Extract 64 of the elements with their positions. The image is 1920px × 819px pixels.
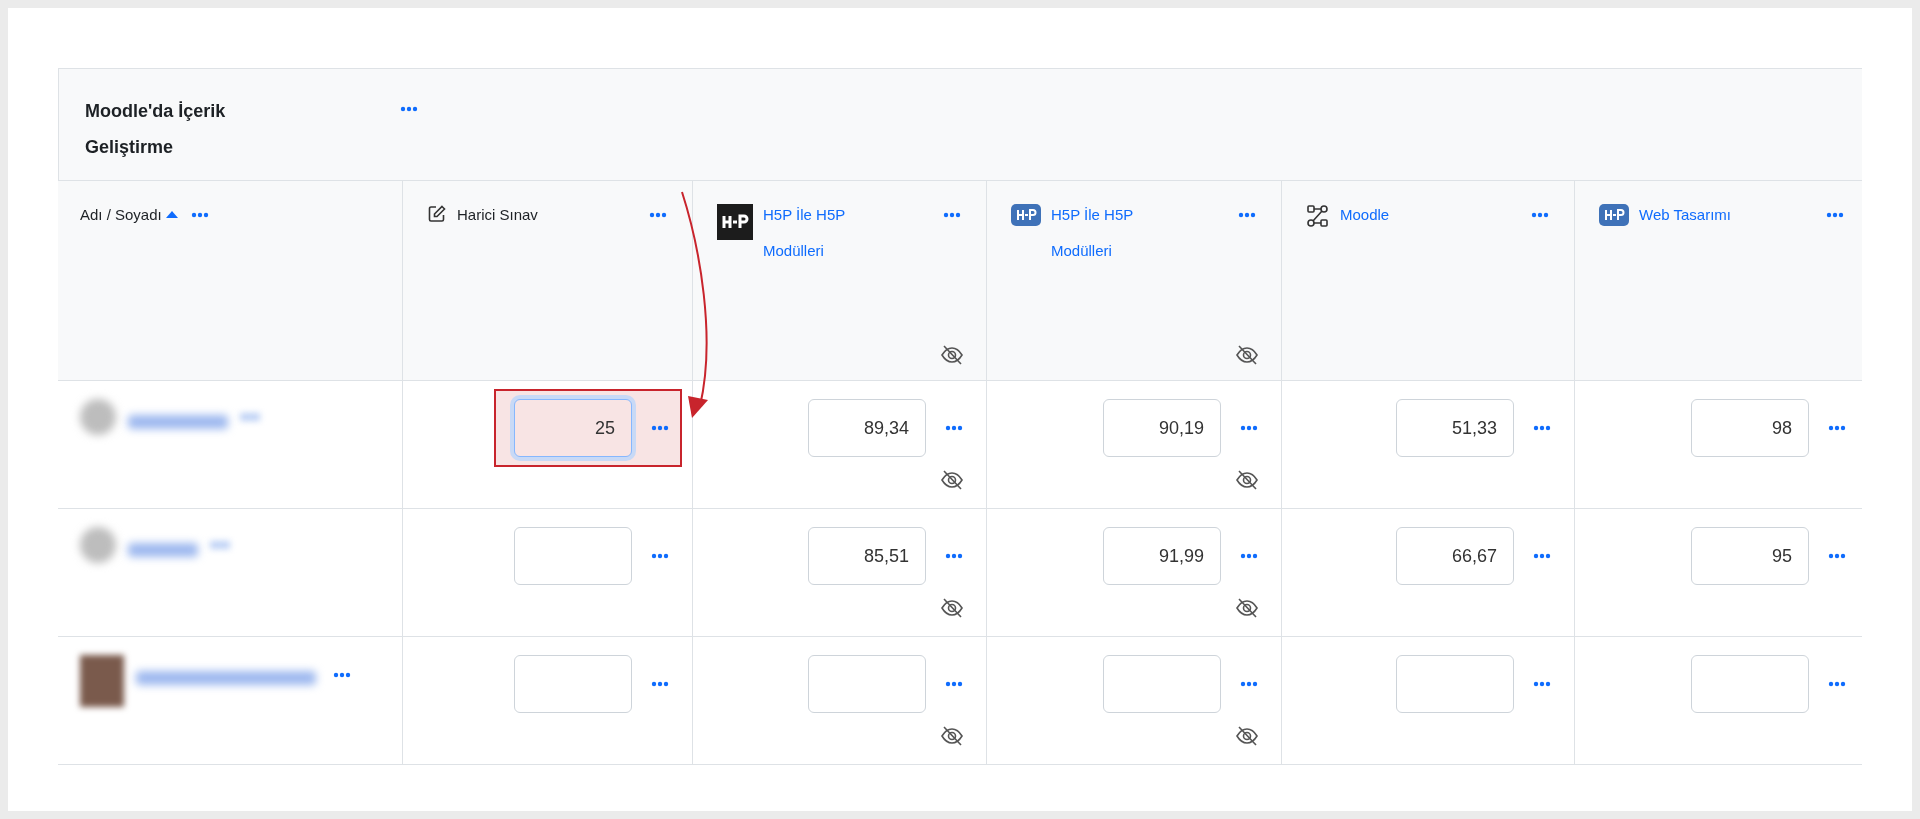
edit-icon — [427, 204, 447, 224]
more-icon — [1531, 212, 1549, 218]
hidden-icon — [940, 344, 964, 366]
blurred-name — [128, 543, 198, 557]
grade-field[interactable] — [808, 655, 926, 713]
column-link[interactable]: H5P İle H5P Modülleri — [763, 197, 893, 269]
more-icon — [1240, 553, 1258, 559]
avatar — [80, 399, 116, 435]
grade-field[interactable] — [514, 655, 632, 713]
grade-field[interactable] — [1103, 655, 1221, 713]
hidden-icon — [940, 597, 964, 619]
grade-field[interactable] — [1396, 655, 1514, 713]
column-link[interactable]: H5P İle H5P Modülleri — [1051, 197, 1181, 269]
hidden-icon — [1235, 344, 1259, 366]
avatar — [80, 655, 124, 707]
more-icon — [649, 212, 667, 218]
hidden-icon — [940, 469, 964, 491]
grade-field[interactable]: 91,99 — [1103, 527, 1221, 585]
h5p-icon — [1011, 204, 1041, 226]
more-icon — [945, 681, 963, 687]
sort-header[interactable]: Adı / Soyadı — [80, 203, 178, 227]
h5p-icon — [717, 204, 753, 240]
more-icon — [651, 425, 669, 431]
grade-field[interactable] — [514, 527, 632, 585]
grade-field[interactable]: 85,51 — [808, 527, 926, 585]
more-icon — [400, 106, 418, 112]
h5p-icon — [1599, 204, 1629, 226]
more-icon — [1828, 553, 1846, 559]
grade-field[interactable]: 66,67 — [1396, 527, 1514, 585]
column-title: Harici Sınav — [457, 205, 539, 225]
grade-field[interactable]: 90,19 — [1103, 399, 1221, 457]
more-icon — [190, 212, 209, 218]
hidden-icon — [1235, 725, 1259, 747]
more-icon — [1533, 425, 1551, 431]
more-icon — [1826, 212, 1844, 218]
hidden-icon — [1235, 469, 1259, 491]
more-icon — [651, 553, 669, 559]
more-icon — [945, 553, 963, 559]
grade-field[interactable]: 51,33 — [1396, 399, 1514, 457]
hidden-icon — [940, 725, 964, 747]
grade-field[interactable]: 25 — [514, 399, 632, 457]
hidden-icon — [1235, 597, 1259, 619]
grade-field[interactable] — [1691, 655, 1809, 713]
category-title: Moodle'da İçerik Geliştirme — [85, 100, 227, 159]
more-icon — [1533, 553, 1551, 559]
more-icon — [333, 672, 351, 678]
more-icon — [945, 425, 963, 431]
more-icon — [1240, 681, 1258, 687]
more-icon — [1240, 425, 1258, 431]
blurred-menu — [210, 541, 230, 549]
grade-field[interactable]: 89,34 — [808, 399, 926, 457]
avatar — [80, 527, 116, 563]
more-icon — [1533, 681, 1551, 687]
more-icon — [1828, 425, 1846, 431]
column-link[interactable]: Moodle — [1340, 197, 1470, 233]
workflow-icon — [1306, 204, 1330, 228]
more-icon — [943, 212, 961, 218]
blurred-menu — [240, 413, 260, 421]
column-link[interactable]: Web Tasarımı — [1639, 197, 1769, 233]
more-icon — [651, 681, 669, 687]
more-icon — [1238, 212, 1256, 218]
grade-field[interactable]: 98 — [1691, 399, 1809, 457]
more-icon — [1828, 681, 1846, 687]
grade-field[interactable]: 95 — [1691, 527, 1809, 585]
